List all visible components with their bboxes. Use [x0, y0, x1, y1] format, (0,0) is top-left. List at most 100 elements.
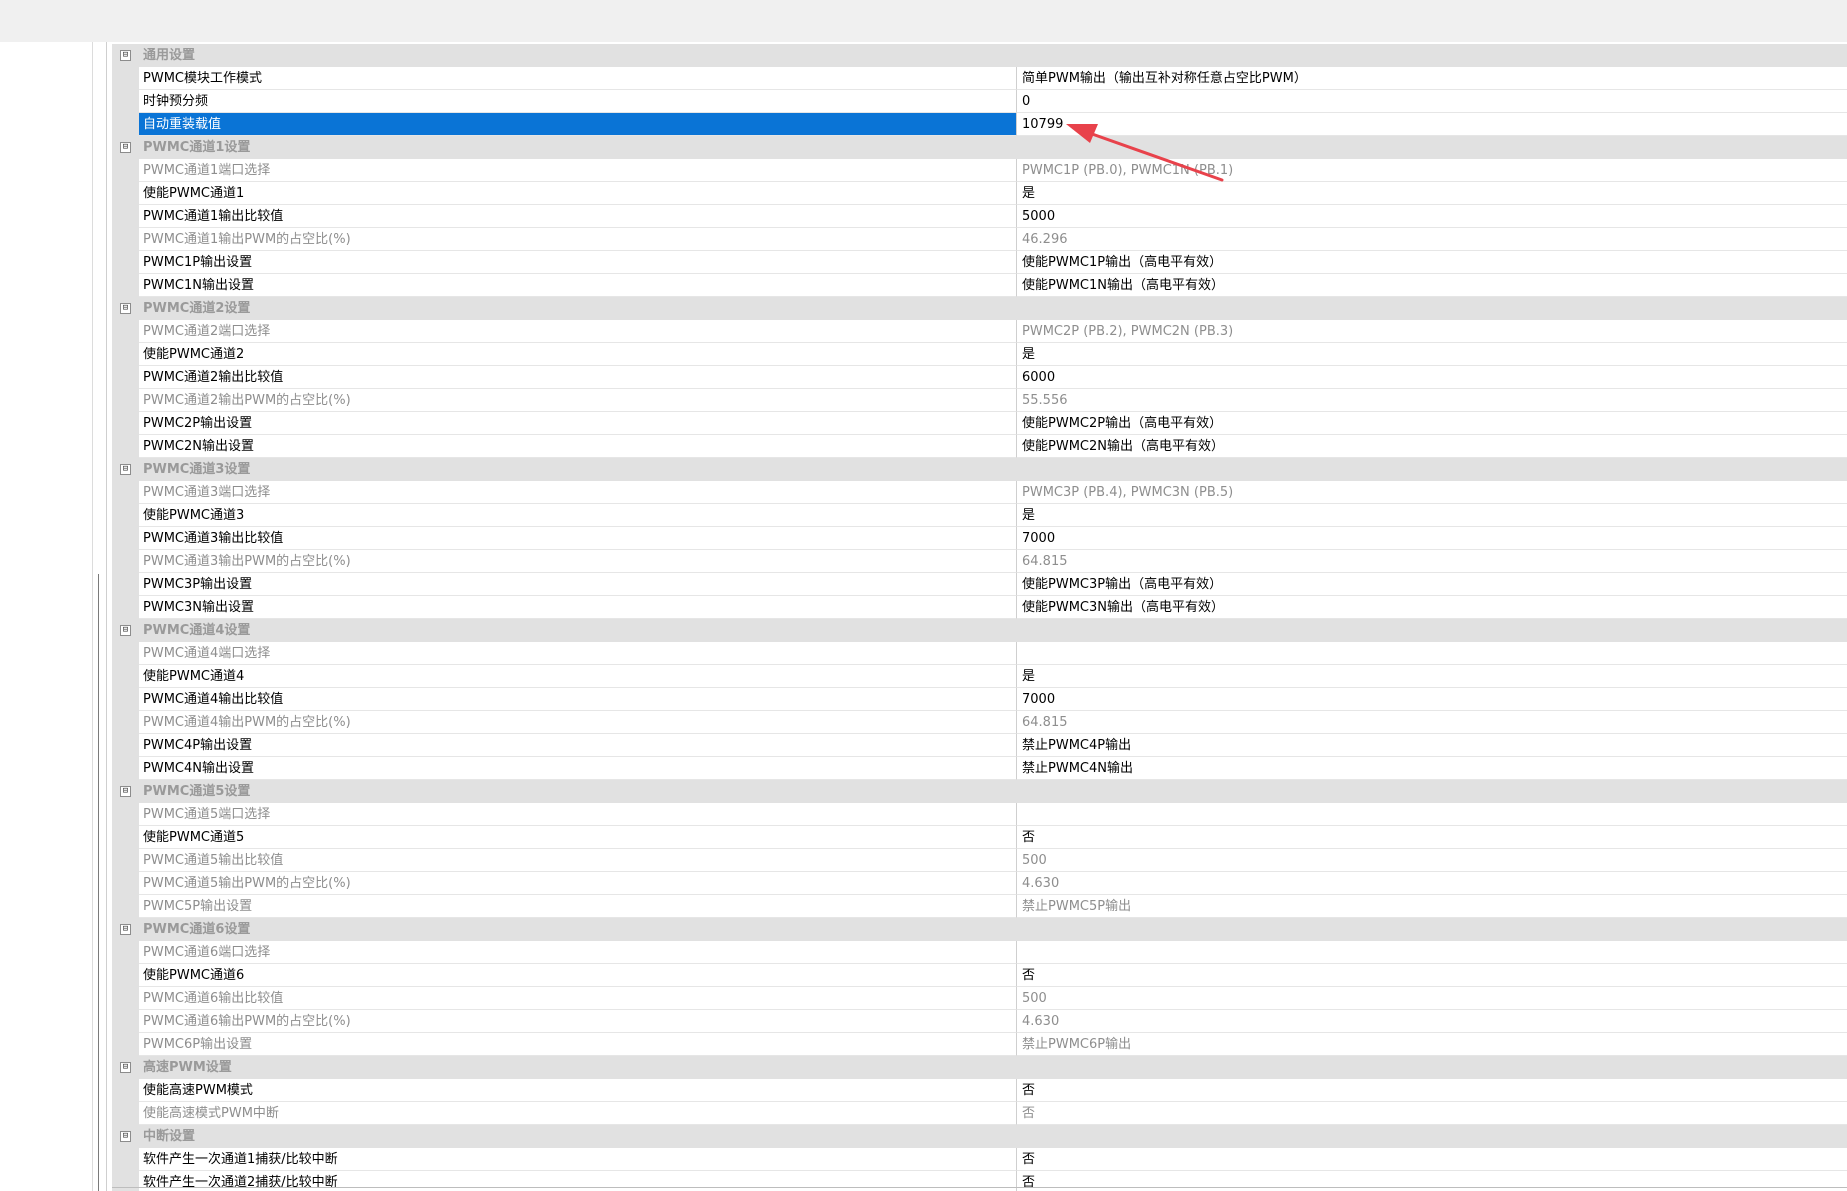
property-name[interactable]: PWMC通道2输出比较值 — [139, 366, 1017, 389]
property-value[interactable]: 是 — [1017, 504, 1847, 527]
property-row[interactable]: PWMC通道5输出比较值 500 — [112, 849, 1847, 872]
property-value[interactable]: 使能PWMC1P输出（高电平有效） — [1017, 251, 1847, 274]
property-row[interactable]: PWMC通道1端口选择 PWMC1P (PB.0), PWMC1N (PB.1) — [112, 159, 1847, 182]
property-row[interactable]: PWMC2P输出设置 使能PWMC2P输出（高电平有效） — [112, 412, 1847, 435]
property-row[interactable]: PWMC通道2端口选择 PWMC2P (PB.2), PWMC2N (PB.3) — [112, 320, 1847, 343]
left-tree-pane[interactable] — [0, 42, 93, 1191]
collapse-icon[interactable]: ⊟ — [120, 924, 131, 935]
property-value[interactable]: 7000 — [1017, 688, 1847, 711]
property-row[interactable]: PWMC4N输出设置 禁止PWMC4N输出 — [112, 757, 1847, 780]
property-row[interactable]: PWMC通道3输出PWM的占空比(%) 64.815 — [112, 550, 1847, 573]
category-row[interactable]: ⊟ 高速PWM设置 — [112, 1056, 1847, 1079]
property-name[interactable]: PWMC通道3输出比较值 — [139, 527, 1017, 550]
property-name[interactable]: PWMC2N输出设置 — [139, 435, 1017, 458]
property-name[interactable]: 使能PWMC通道1 — [139, 182, 1017, 205]
property-name[interactable]: PWMC4N输出设置 — [139, 757, 1017, 780]
property-row[interactable]: 使能PWMC通道4 是 — [112, 665, 1847, 688]
property-name[interactable]: PWMC通道1输出比较值 — [139, 205, 1017, 228]
property-value[interactable]: 6000 — [1017, 366, 1847, 389]
property-row[interactable]: PWMC2N输出设置 使能PWMC2N输出（高电平有效） — [112, 435, 1847, 458]
property-value[interactable]: 是 — [1017, 343, 1847, 366]
property-row[interactable]: PWMC通道3输出比较值 7000 — [112, 527, 1847, 550]
property-row[interactable]: 使能PWMC通道5 否 — [112, 826, 1847, 849]
property-name[interactable]: PWMC通道3输出PWM的占空比(%) — [139, 550, 1017, 573]
collapse-icon[interactable]: ⊟ — [120, 303, 131, 314]
property-row[interactable]: PWMC通道1输出比较值 5000 — [112, 205, 1847, 228]
property-value[interactable]: 否 — [1017, 964, 1847, 987]
property-value[interactable]: 使能PWMC3P输出（高电平有效） — [1017, 573, 1847, 596]
property-row[interactable]: 使能PWMC通道3 是 — [112, 504, 1847, 527]
property-name[interactable]: 使能PWMC通道2 — [139, 343, 1017, 366]
collapse-icon[interactable]: ⊟ — [120, 142, 131, 153]
property-row[interactable]: PWMC通道3端口选择 PWMC3P (PB.4), PWMC3N (PB.5) — [112, 481, 1847, 504]
property-row[interactable]: PWMC5P输出设置 禁止PWMC5P输出 — [112, 895, 1847, 918]
property-value[interactable]: 简单PWM输出（输出互补对称任意占空比PWM） — [1017, 67, 1847, 90]
property-name[interactable]: PWMC通道2端口选择 — [139, 320, 1017, 343]
category-row[interactable]: ⊟ PWMC通道2设置 — [112, 297, 1847, 320]
category-row[interactable]: ⊟ PWMC通道1设置 — [112, 136, 1847, 159]
property-name[interactable]: 自动重装载值 — [139, 113, 1017, 136]
property-row[interactable]: PWMC通道6端口选择 — [112, 941, 1847, 964]
property-name[interactable]: 软件产生一次通道1捕获/比较中断 — [139, 1148, 1017, 1171]
property-name[interactable]: PWMC6P输出设置 — [139, 1033, 1017, 1056]
property-name[interactable]: PWMC1P输出设置 — [139, 251, 1017, 274]
property-name[interactable]: 使能PWMC通道6 — [139, 964, 1017, 987]
property-name[interactable]: PWMC2P输出设置 — [139, 412, 1017, 435]
property-row[interactable]: PWMC模块工作模式 简单PWM输出（输出互补对称任意占空比PWM） — [112, 67, 1847, 90]
property-row[interactable]: 使能PWMC通道6 否 — [112, 964, 1847, 987]
property-row[interactable]: 软件产生一次通道2捕获/比较中断否 — [112, 1171, 1847, 1191]
property-value[interactable]: 使能PWMC1N输出（高电平有效） — [1017, 274, 1847, 297]
property-value[interactable]: 使能PWMC2N输出（高电平有效） — [1017, 435, 1847, 458]
property-name[interactable]: PWMC3N输出设置 — [139, 596, 1017, 619]
property-row[interactable]: PWMC通道2输出PWM的占空比(%) 55.556 — [112, 389, 1847, 412]
property-grid[interactable]: ⊟ 通用设置 PWMC模块工作模式 简单PWM输出（输出互补对称任意占空比PWM） 时钟… — [112, 44, 1847, 1191]
property-row[interactable]: PWMC通道6输出PWM的占空比(%) 4.630 — [112, 1010, 1847, 1033]
property-name[interactable]: PWMC通道5输出比较值 — [139, 849, 1017, 872]
property-name[interactable]: 使能PWMC通道4 — [139, 665, 1017, 688]
property-name[interactable]: PWMC通道4输出比较值 — [139, 688, 1017, 711]
property-row[interactable]: 使能高速模式PWM中断否 — [112, 1102, 1847, 1125]
property-value[interactable]: 禁止PWMC4N输出 — [1017, 757, 1847, 780]
property-name[interactable]: PWMC通道5端口选择 — [139, 803, 1017, 826]
property-name[interactable]: PWMC3P输出设置 — [139, 573, 1017, 596]
property-name[interactable]: 使能高速PWM模式 — [139, 1079, 1017, 1102]
property-value[interactable]: 使能PWMC2P输出（高电平有效） — [1017, 412, 1847, 435]
category-row[interactable]: ⊟ PWMC通道6设置 — [112, 918, 1847, 941]
property-value[interactable]: 7000 — [1017, 527, 1847, 550]
property-value[interactable]: 否 — [1017, 1148, 1847, 1171]
property-name[interactable]: PWMC5P输出设置 — [139, 895, 1017, 918]
property-name[interactable]: PWMC通道4输出PWM的占空比(%) — [139, 711, 1017, 734]
property-name[interactable]: PWMC通道6输出比较值 — [139, 987, 1017, 1010]
property-row[interactable]: PWMC1P输出设置 使能PWMC1P输出（高电平有效） — [112, 251, 1847, 274]
category-row[interactable]: ⊟ 中断设置 — [112, 1125, 1847, 1148]
property-name[interactable]: 使能高速模式PWM中断 — [139, 1102, 1017, 1125]
collapse-icon[interactable]: ⊟ — [120, 1131, 131, 1142]
property-row[interactable]: PWMC通道2输出比较值 6000 — [112, 366, 1847, 389]
property-value[interactable]: 0 — [1017, 90, 1847, 113]
category-row[interactable]: ⊟ PWMC通道5设置 — [112, 780, 1847, 803]
property-row[interactable]: 使能PWMC通道2 是 — [112, 343, 1847, 366]
property-row[interactable]: PWMC4P输出设置 禁止PWMC4P输出 — [112, 734, 1847, 757]
property-name[interactable]: PWMC4P输出设置 — [139, 734, 1017, 757]
property-row[interactable]: PWMC通道4输出比较值 7000 — [112, 688, 1847, 711]
collapse-icon[interactable]: ⊟ — [120, 464, 131, 475]
property-name[interactable]: 软件产生一次通道2捕获/比较中断 — [139, 1171, 1017, 1191]
category-row[interactable]: ⊟ PWMC通道4设置 — [112, 619, 1847, 642]
property-row[interactable]: 使能高速PWM模式否 — [112, 1079, 1847, 1102]
property-row[interactable]: PWMC通道5端口选择 — [112, 803, 1847, 826]
pane-splitter[interactable] — [106, 42, 107, 1191]
property-row[interactable]: PWMC通道4输出PWM的占空比(%) 64.815 — [112, 711, 1847, 734]
property-value[interactable]: 10799 — [1017, 113, 1847, 136]
collapse-icon[interactable]: ⊟ — [120, 1062, 131, 1073]
property-row[interactable]: PWMC1N输出设置 使能PWMC1N输出（高电平有效） — [112, 274, 1847, 297]
property-value[interactable]: 否 — [1017, 1079, 1847, 1102]
category-row[interactable]: ⊟ 通用设置 — [112, 44, 1847, 67]
property-value[interactable]: 否 — [1017, 1171, 1847, 1191]
property-name[interactable]: PWMC通道4端口选择 — [139, 642, 1017, 665]
property-value[interactable]: 是 — [1017, 665, 1847, 688]
property-name[interactable]: PWMC通道6端口选择 — [139, 941, 1017, 964]
property-name[interactable]: PWMC1N输出设置 — [139, 274, 1017, 297]
property-name[interactable]: PWMC通道5输出PWM的占空比(%) — [139, 872, 1017, 895]
property-name[interactable]: 使能PWMC通道5 — [139, 826, 1017, 849]
collapse-icon[interactable]: ⊟ — [120, 50, 131, 61]
